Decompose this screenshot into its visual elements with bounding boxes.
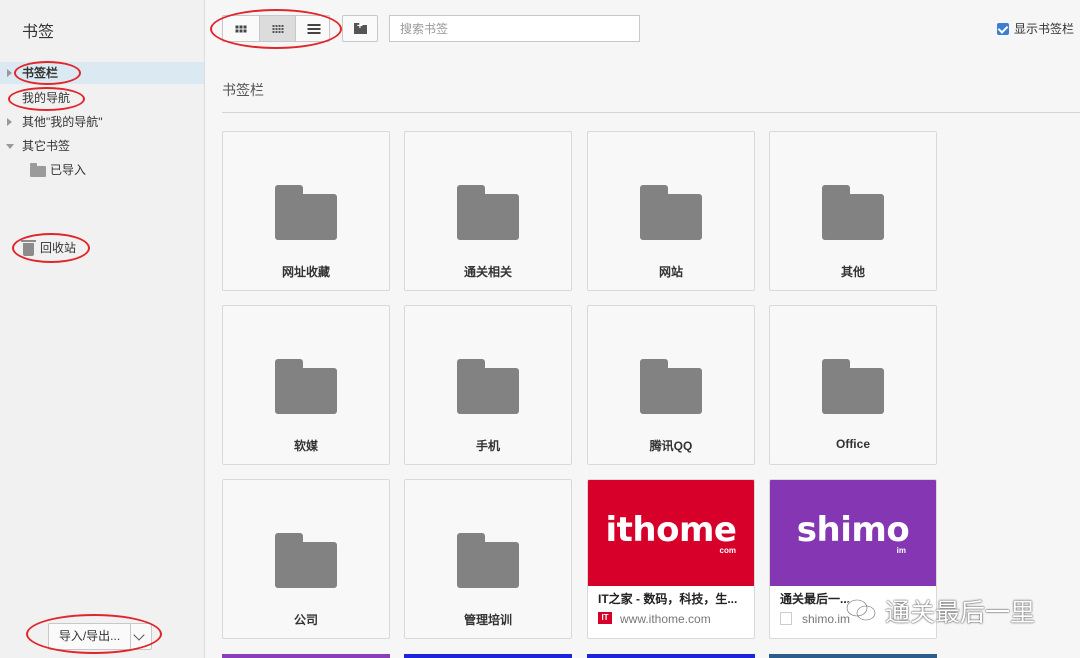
small-grid-icon bbox=[272, 24, 283, 33]
folder-tile-label: 通关相关 bbox=[463, 265, 512, 279]
bookmark-title: IT之家 - 数码，科技，生... bbox=[598, 592, 738, 606]
tree-item-trash[interactable]: 回收站 bbox=[0, 237, 204, 259]
folder-tile[interactable]: 网站 bbox=[587, 131, 755, 291]
folder-icon bbox=[457, 185, 519, 240]
tree-item-my-nav[interactable]: 我的导航 bbox=[0, 87, 204, 109]
folder-tile-label: 腾讯QQ bbox=[649, 439, 693, 453]
bookmark-tile-partial[interactable] bbox=[769, 654, 937, 658]
folder-icon bbox=[822, 185, 884, 240]
watermark-text: 通关最后一里 bbox=[885, 598, 1036, 627]
blank-page-icon bbox=[780, 612, 792, 625]
folder-tile-label: 公司 bbox=[293, 613, 318, 627]
folder-tile-label: Office bbox=[835, 437, 870, 451]
site-logo-sub: com bbox=[719, 546, 736, 555]
folder-tile[interactable]: 公司 bbox=[222, 479, 390, 639]
bookmark-tile-partial[interactable] bbox=[404, 654, 572, 658]
folder-icon bbox=[640, 185, 702, 240]
site-logo-text: ithome bbox=[605, 510, 737, 550]
tree-item-bookmarks-bar[interactable]: 书签栏 bbox=[0, 62, 204, 84]
large-grid-view-button[interactable] bbox=[223, 16, 259, 41]
list-icon bbox=[307, 22, 320, 36]
chevron-down-icon[interactable] bbox=[133, 629, 145, 641]
folder-icon bbox=[275, 533, 337, 588]
import-export-button[interactable]: 导入/导出... bbox=[48, 623, 152, 650]
new-folder-icon bbox=[354, 21, 367, 34]
folder-tile[interactable]: 其他 bbox=[769, 131, 937, 291]
large-grid-icon bbox=[235, 25, 247, 32]
folder-icon bbox=[275, 359, 337, 414]
folder-tile[interactable]: 手机 bbox=[404, 305, 572, 465]
show-bookmarks-bar-label: 显示书签栏 bbox=[1014, 22, 1075, 36]
tree-item-label: 已导入 bbox=[50, 163, 87, 177]
site-thumbnail: ithome com bbox=[588, 480, 754, 586]
tree-item-label: 其它书签 bbox=[22, 139, 71, 153]
ithome-favicon-icon: IT bbox=[598, 612, 612, 624]
site-thumbnail: shimo im bbox=[770, 480, 936, 586]
bookmark-url: www.ithome.com bbox=[620, 612, 711, 626]
folder-tile[interactable]: 网址收藏 bbox=[222, 131, 390, 291]
folder-tile[interactable]: 腾讯QQ bbox=[587, 305, 755, 465]
tree-item-label: 其他"我的导航" bbox=[22, 115, 103, 129]
collapse-arrow-icon[interactable] bbox=[6, 144, 14, 149]
expand-arrow-icon[interactable] bbox=[7, 118, 12, 126]
folder-tile[interactable]: 软媒 bbox=[222, 305, 390, 465]
folder-icon bbox=[30, 163, 46, 177]
tree-item-label: 书签栏 bbox=[22, 66, 59, 80]
folder-icon bbox=[822, 359, 884, 414]
site-logo-sub: im bbox=[896, 546, 906, 555]
folder-icon bbox=[457, 533, 519, 588]
expand-arrow-icon[interactable] bbox=[7, 69, 12, 77]
tree-item-label: 我的导航 bbox=[22, 91, 71, 105]
section-divider bbox=[222, 112, 1080, 113]
folder-tile[interactable]: 管理培训 bbox=[404, 479, 572, 639]
bookmark-tile-partial[interactable] bbox=[222, 654, 390, 658]
tree-item-imported[interactable]: 已导入 bbox=[0, 159, 204, 181]
folder-tile-label: 手机 bbox=[475, 439, 500, 453]
bookmark-tile-ithome[interactable]: ithome com IT之家 - 数码，科技，生... IT www.itho… bbox=[587, 479, 755, 639]
site-logo-text: shimo bbox=[796, 510, 910, 550]
bookmark-tile-partial[interactable] bbox=[587, 654, 755, 658]
folder-tile[interactable]: Office bbox=[769, 305, 937, 465]
view-mode-toggle bbox=[222, 15, 330, 42]
import-export-label[interactable]: 导入/导出... bbox=[49, 624, 131, 649]
small-grid-view-button[interactable] bbox=[259, 16, 295, 41]
folder-tile-label: 网址收藏 bbox=[281, 265, 330, 279]
folder-tile[interactable]: 通关相关 bbox=[404, 131, 572, 291]
folder-tile-label: 管理培训 bbox=[463, 613, 512, 627]
tree-item-other-bookmarks[interactable]: 其它书签 bbox=[0, 135, 204, 157]
sidebar: 书签 书签栏 我的导航 其他"我的导航" 其它书签 已导入 回收站 导入/导出.… bbox=[0, 0, 205, 658]
tree-item-other-my-nav[interactable]: 其他"我的导航" bbox=[0, 111, 204, 133]
folder-icon bbox=[457, 359, 519, 414]
section-title: 书签栏 bbox=[222, 82, 264, 98]
trash-label: 回收站 bbox=[40, 241, 77, 255]
list-view-button[interactable] bbox=[295, 16, 329, 41]
folder-tile-label: 其他 bbox=[840, 265, 865, 279]
sidebar-title: 书签 bbox=[22, 24, 55, 41]
trash-icon bbox=[21, 240, 36, 256]
folder-icon bbox=[640, 359, 702, 414]
folder-tile-label: 网站 bbox=[658, 265, 683, 279]
show-bookmarks-bar-checkbox[interactable] bbox=[997, 23, 1009, 35]
bookmark-url: shimo.im bbox=[802, 612, 851, 626]
search-input[interactable] bbox=[389, 15, 640, 42]
folder-icon bbox=[275, 185, 337, 240]
new-folder-button[interactable] bbox=[342, 15, 378, 42]
folder-tile-label: 软媒 bbox=[293, 439, 318, 453]
wechat-icon bbox=[846, 599, 876, 621]
